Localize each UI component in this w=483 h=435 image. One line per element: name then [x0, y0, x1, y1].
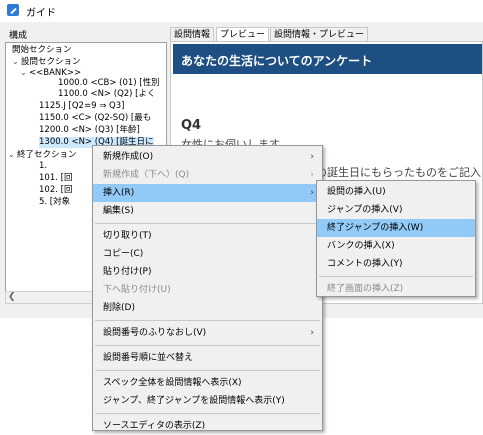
- chevron-right-icon: ›: [310, 328, 314, 338]
- tree-row[interactable]: ⌄ 設問セクション: [12, 56, 81, 67]
- title-bar: ガイド: [0, 0, 483, 22]
- menu-item[interactable]: 編集(S): [93, 202, 322, 220]
- menu-item-label: ソースエディタの表示(Z): [103, 421, 206, 431]
- menu-item[interactable]: コピー(C): [93, 245, 322, 263]
- chevron-right-icon: ›: [310, 152, 314, 162]
- menu-item-label: ジャンプ、終了ジャンプを設問情報へ表示(Y): [103, 396, 285, 406]
- tree-row[interactable]: 5. [対象: [39, 197, 70, 208]
- menu-item[interactable]: スペック全体を設問情報へ表示(X): [93, 374, 322, 392]
- expand-toggle-icon[interactable]: ⌄: [20, 67, 29, 78]
- menu-item-label: 貼り付け(P): [103, 267, 152, 277]
- menu-separator: [95, 223, 320, 224]
- menu-item-label: 終了画面の挿入(Z): [327, 284, 404, 294]
- tree-row[interactable]: 101. [回: [39, 173, 72, 184]
- menu-item[interactable]: 新規作成(O) ›: [93, 148, 322, 166]
- menu-item-label: 設問の挿入(U): [327, 187, 386, 197]
- menu-item: 終了画面の挿入(Z): [317, 280, 475, 298]
- tree-row-label: 開始セクション: [12, 45, 72, 55]
- menu-item[interactable]: 設問の挿入(U): [317, 183, 475, 201]
- menu-separator: [95, 370, 320, 371]
- menu-item[interactable]: 削除(D): [93, 299, 322, 317]
- menu-separator: [95, 413, 320, 414]
- tree-row[interactable]: 1125.J [Q2=9 ⇒ Q3]: [39, 101, 124, 112]
- tree-row-label: 1150.0 <C> (Q2-SQ) [最も: [39, 113, 152, 123]
- menu-item[interactable]: ジャンプの挿入(V): [317, 201, 475, 219]
- menu-item[interactable]: 切り取り(T): [93, 227, 322, 245]
- tree-row[interactable]: 1000.0 <CB> (01) [性別: [58, 78, 160, 89]
- tree-row-label: <<BANK>>: [29, 68, 82, 78]
- tree-row-label: 1000.0 <CB> (01) [性別: [58, 78, 160, 88]
- menu-item[interactable]: ジャンプ、終了ジャンプを設問情報へ表示(Y): [93, 392, 322, 410]
- insert-submenu: 設問の挿入(U) ジャンプの挿入(V) 終了ジャンプの挿入(W) バンクの挿入(X) コ…: [316, 180, 476, 297]
- tree-row-label: 1125.J [Q2=9 ⇒ Q3]: [39, 101, 125, 111]
- tab-question-info-preview[interactable]: 設問情報・プレビュー: [270, 27, 369, 42]
- tree-row-label: 1.: [39, 161, 48, 171]
- tree-row[interactable]: ⌄ <<BANK>>: [20, 67, 81, 78]
- context-menu: 新規作成(O) › 新規作成（下へ）(Q) › 挿入(R) › 編集(S) 切り取り(T) コピ…: [92, 145, 323, 431]
- survey-title: あなたの生活についてのアンケート: [181, 54, 373, 68]
- structure-header: 構成: [9, 31, 28, 41]
- tree-row[interactable]: 1.: [39, 161, 47, 172]
- menu-item: 新規作成（下へ）(Q) ›: [93, 166, 322, 184]
- survey-header: あなたの生活についてのアンケート: [173, 44, 482, 74]
- tree-row[interactable]: 1150.0 <C> (Q2-SQ) [最も: [39, 113, 151, 124]
- expand-toggle-icon[interactable]: ⌄: [8, 149, 17, 160]
- menu-item-label: 設問番号順に並べ替え: [103, 353, 194, 363]
- menu-item-label: コピー(C): [103, 249, 144, 259]
- menu-item-label: 終了ジャンプの挿入(W): [327, 223, 424, 233]
- tree-row[interactable]: ⌄ 終了セクション: [8, 149, 77, 160]
- menu-separator: [95, 320, 320, 321]
- app-icon: [7, 4, 19, 16]
- tree-row-label: 1100.0 <N> (Q2) [よく: [58, 89, 156, 99]
- tree-row-label: 101. [回: [39, 173, 73, 183]
- menu-item-label: 切り取り(T): [103, 231, 152, 241]
- tree-row-label: 終了セクション: [17, 150, 77, 160]
- menu-separator: [319, 276, 473, 277]
- menu-item-label: バンクの挿入(X): [327, 241, 395, 251]
- chevron-right-icon: ›: [310, 170, 314, 180]
- chevron-right-icon: ›: [310, 188, 314, 198]
- tree-row[interactable]: 1100.0 <N> (Q2) [よく: [58, 89, 156, 100]
- menu-item[interactable]: ソースエディタの表示(Z): [93, 417, 322, 435]
- menu-item[interactable]: 設問番号順に並べ替え: [93, 349, 322, 367]
- question-number: Q4: [181, 118, 202, 133]
- menu-item-label: 新規作成（下へ）(Q): [103, 170, 190, 180]
- menu-item[interactable]: 挿入(R) ›: [93, 184, 322, 202]
- menu-item-label: 設問番号のふりなおし(V): [103, 328, 207, 338]
- menu-item[interactable]: コメントの挿入(Y): [317, 255, 475, 273]
- menu-item[interactable]: 終了ジャンプの挿入(W): [317, 219, 475, 237]
- menu-item-label: 新規作成(O): [103, 152, 154, 162]
- menu-item-label: スペック全体を設問情報へ表示(X): [103, 378, 242, 388]
- scroll-left-icon[interactable]: ❮: [8, 292, 16, 302]
- menu-item-label: 挿入(R): [103, 188, 135, 198]
- tree-row-label: 1200.0 <N> (Q3) [年齢]: [39, 125, 140, 135]
- menu-item-label: 編集(S): [103, 206, 134, 216]
- expand-toggle-icon[interactable]: ⌄: [12, 56, 21, 67]
- tree-row-label: 102. [回: [39, 185, 73, 195]
- question-text: の誕生日にもらったものをご記入: [316, 166, 481, 179]
- tree-row[interactable]: 102. [回: [39, 185, 72, 196]
- menu-item-label: ジャンプの挿入(V): [327, 205, 403, 215]
- menu-item: 下へ貼り付け(U): [93, 281, 322, 299]
- window-title: ガイド: [26, 8, 56, 19]
- tree-row-label: 設問セクション: [21, 57, 81, 67]
- menu-item[interactable]: 貼り付け(P): [93, 263, 322, 281]
- menu-item-label: 下へ貼り付け(U): [103, 285, 171, 295]
- menu-item[interactable]: 設問番号のふりなおし(V) ›: [93, 324, 322, 342]
- menu-item[interactable]: バンクの挿入(X): [317, 237, 475, 255]
- menu-separator: [95, 345, 320, 346]
- tab-question-info[interactable]: 設問情報: [170, 27, 215, 42]
- tree-row-label: 5. [対象: [39, 197, 71, 207]
- tab-preview[interactable]: プレビュー: [216, 27, 270, 42]
- tree-row[interactable]: 開始セクション: [12, 45, 72, 56]
- menu-item-label: コメントの挿入(Y): [327, 259, 403, 269]
- menu-item-label: 削除(D): [103, 303, 135, 313]
- tree-row[interactable]: 1200.0 <N> (Q3) [年齢]: [39, 125, 140, 136]
